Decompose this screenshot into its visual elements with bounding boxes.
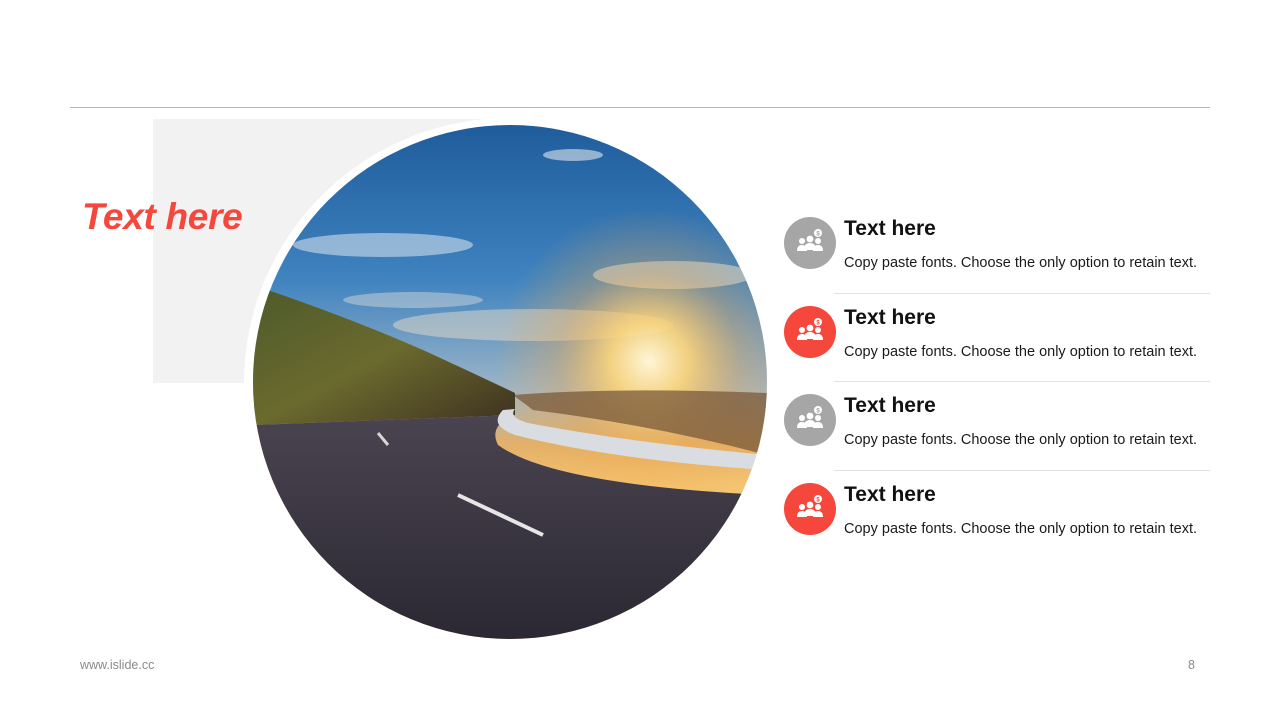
item-heading: Text here: [844, 306, 936, 329]
item-text: Copy paste fonts. Choose the only option…: [844, 255, 1198, 271]
team-money-icon: $: [784, 217, 836, 269]
item-text: Copy paste fonts. Choose the only option…: [844, 344, 1198, 360]
slide-title: Text here: [82, 196, 243, 237]
item-heading: Text here: [844, 483, 936, 506]
item-divider: [834, 293, 1210, 294]
top-divider: [70, 107, 1210, 108]
list-item: $ Text here Copy paste fonts. Choose the…: [784, 483, 1210, 572]
footer-url[interactable]: www.islide.cc: [80, 658, 154, 672]
page-number: 8: [1188, 658, 1195, 672]
team-money-icon: $: [784, 306, 836, 358]
item-heading: Text here: [844, 217, 936, 240]
team-money-icon: $: [784, 394, 836, 446]
item-text: Copy paste fonts. Choose the only option…: [844, 521, 1198, 537]
item-text: Copy paste fonts. Choose the only option…: [844, 432, 1198, 448]
item-divider: [834, 381, 1210, 382]
road-sunset-photo: [253, 125, 767, 639]
team-money-icon: $: [784, 483, 836, 535]
item-divider: [834, 470, 1210, 471]
item-heading: Text here: [844, 394, 936, 417]
